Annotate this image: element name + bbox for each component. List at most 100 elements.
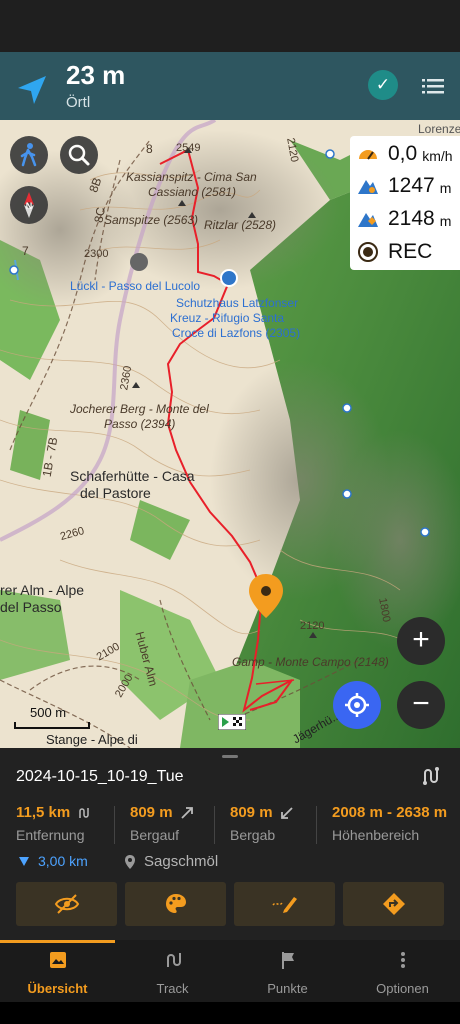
pass-marker-icon[interactable] xyxy=(130,253,148,271)
active-tab-indicator xyxy=(0,940,115,943)
map-label-ritzlar: Ritzlar (2528) xyxy=(204,218,277,232)
speed-row: 0,0 km/h xyxy=(356,139,453,169)
stat-distance: 11,5 km Entfernung xyxy=(16,804,91,843)
status-bar xyxy=(0,0,460,52)
tab-overview-label: Übersicht xyxy=(27,981,88,996)
tab-overview[interactable]: Übersicht xyxy=(0,950,115,996)
elevation-label-2549: 2549 xyxy=(176,142,201,154)
tab-track[interactable]: Track xyxy=(115,950,230,996)
flag-icon xyxy=(281,952,294,969)
ascent-unit: m xyxy=(439,180,452,196)
downhill-icon xyxy=(280,806,293,819)
track-icon xyxy=(166,953,181,967)
map-label-kassianspitz-2: Cassiano (2581) xyxy=(148,185,237,199)
search-icon xyxy=(68,144,90,166)
search-button[interactable] xyxy=(60,136,98,174)
map-label-lorenz: Lorenze xyxy=(418,122,460,136)
compass-icon: N xyxy=(24,192,34,218)
palette-icon xyxy=(165,894,186,913)
tab-points-label: Punkte xyxy=(267,981,308,996)
map-label-stange: Stange - Alpe di xyxy=(46,732,138,747)
sheet-drag-handle[interactable] xyxy=(222,755,238,758)
confirm-check-button[interactable]: ✓ xyxy=(368,70,398,100)
tab-options-label: Optionen xyxy=(376,981,429,996)
stat-downhill-label: Bergab xyxy=(230,827,276,843)
map-label-luckl: Lückl - Passo del Lucolo xyxy=(70,279,201,293)
speed-value: 0,0 xyxy=(388,142,418,165)
map-label-alm: rer Alm - Alpe xyxy=(0,582,85,598)
compass-button[interactable]: N xyxy=(10,186,48,224)
stat-uphill: 809 m Bergauf xyxy=(130,804,194,843)
eye-off-icon xyxy=(54,894,79,914)
track-location-name: Sagschmöl xyxy=(144,853,219,870)
map-label-gamp: Gamp - Monte Campo (2148) xyxy=(232,655,389,669)
distance-to-track-value: 3,00 km xyxy=(38,853,88,869)
hut-marker-icon[interactable] xyxy=(220,269,238,287)
speedometer-icon xyxy=(359,150,377,160)
stat-divider xyxy=(114,806,115,844)
elevation-label-2120b: 2120 xyxy=(300,620,325,632)
locate-me-button[interactable] xyxy=(333,681,381,729)
crosshair-icon xyxy=(345,693,369,717)
location-pin-icon[interactable] xyxy=(247,572,285,620)
map-label-samspitze: Samspitze (2563) xyxy=(104,213,199,227)
stat-uphill-label: Bergauf xyxy=(130,827,180,843)
rec-row[interactable]: REC xyxy=(356,237,432,267)
route-icon[interactable] xyxy=(420,765,442,787)
directions-icon xyxy=(382,893,405,915)
zoom-in-button[interactable]: + xyxy=(397,617,445,665)
map-label-hut-3: Croce di Lazfons (2305) xyxy=(172,326,301,340)
altitude-icon xyxy=(358,213,378,227)
live-info-panel: 0,0 km/h 1247 m 2148 m REC xyxy=(350,136,460,270)
map-label-kassianspitz: Kassianspitz - Cima San xyxy=(126,170,257,184)
map-label-hut-2: Kreuz - Rifugio Santa xyxy=(170,311,285,325)
stat-elevation-range: 2008 m - 2638 m Höhenbereich xyxy=(332,804,447,843)
distance-to-track: 3,00 km xyxy=(18,853,88,869)
stat-divider xyxy=(316,806,317,844)
altitude-row: 2148 m xyxy=(356,204,451,234)
trail-number-8c: 8C xyxy=(91,206,108,224)
map-label-schaferhutte: Schaferhütte - Casa xyxy=(70,468,195,484)
elevation-label-2300: 2300 xyxy=(84,248,109,260)
stat-distance-value: 11,5 km xyxy=(16,804,71,821)
zoom-out-button[interactable]: − xyxy=(397,681,445,729)
list-menu-icon[interactable] xyxy=(420,73,446,99)
more-vertical-icon xyxy=(400,952,405,968)
track-location: Sagschmöl xyxy=(124,853,218,870)
altitude-unit: m xyxy=(439,213,452,229)
track-start-finish-icon xyxy=(218,714,246,730)
edit-track-button[interactable] xyxy=(234,882,335,926)
map-scale-bar xyxy=(14,722,90,729)
hide-track-button[interactable] xyxy=(16,882,117,926)
stat-downhill-value: 809 m xyxy=(230,804,273,821)
navigation-arrow-icon xyxy=(18,76,46,104)
location-marker-icon xyxy=(125,854,135,869)
map-label-alm-2: del Passo xyxy=(0,599,62,615)
ascent-value: 1247 xyxy=(388,174,435,197)
map-label-hut-1: Schutzhaus Latzfonser xyxy=(176,296,299,310)
map-label-jocherer: Jocherer Berg - Monte del xyxy=(70,402,209,416)
nav-distance: 23 m xyxy=(66,60,126,90)
record-icon xyxy=(358,242,378,262)
stat-distance-label: Entfernung xyxy=(16,827,85,843)
map-label-schaferhutte-2: del Pastore xyxy=(80,485,151,501)
overview-icon xyxy=(49,952,66,968)
uphill-icon xyxy=(180,806,193,819)
track-color-button[interactable] xyxy=(125,882,226,926)
nav-street-name: Örtl xyxy=(66,94,91,111)
system-nav-bar xyxy=(0,1002,460,1024)
stat-divider xyxy=(214,806,215,844)
tab-points[interactable]: Punkte xyxy=(230,950,345,996)
tab-track-label: Track xyxy=(156,981,189,996)
track-title: 2024-10-15_10-19_Tue xyxy=(16,768,184,785)
trail-number-7: 7 xyxy=(22,244,29,258)
route-small-icon xyxy=(79,807,89,818)
hiking-mode-button[interactable] xyxy=(10,136,48,174)
rec-label: REC xyxy=(388,240,433,263)
speed-unit: km/h xyxy=(422,148,453,164)
map-label-jocherer-2: Passo (2394) xyxy=(104,417,176,431)
tab-options[interactable]: Optionen xyxy=(345,950,460,996)
mountain-ascent-icon xyxy=(358,180,378,194)
navigate-button[interactable] xyxy=(343,882,444,926)
altitude-value: 2148 xyxy=(388,207,435,230)
